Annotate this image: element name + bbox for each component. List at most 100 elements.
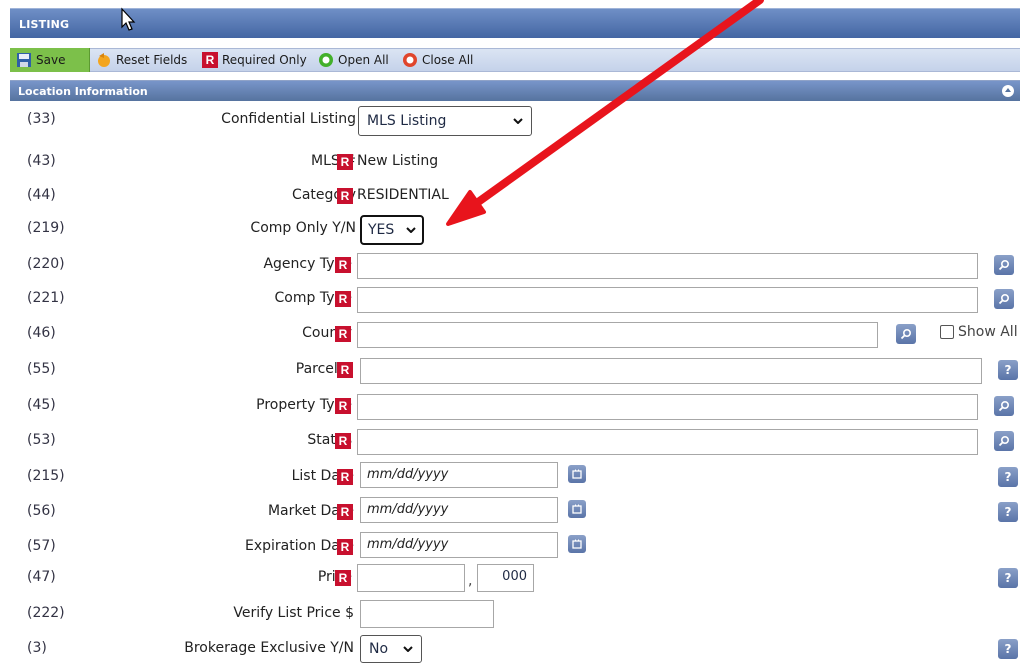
location-information-header[interactable]: Location Information	[10, 81, 1020, 101]
close-all-label: Close All	[422, 53, 474, 67]
open-all-icon	[318, 52, 334, 68]
open-all-label: Open All	[338, 53, 389, 67]
field-label: Verify List Price $	[233, 605, 354, 621]
row-status: (53) Status R	[10, 423, 1020, 459]
lookup-search-icon[interactable]	[994, 289, 1014, 309]
market-date-input[interactable]: mm/dd/yyyy	[360, 497, 558, 523]
field-number: (53)	[27, 432, 56, 448]
required-badge: R	[337, 539, 353, 555]
close-all-icon	[402, 52, 418, 68]
parcel-number-input[interactable]	[360, 358, 982, 384]
row-comp-only: (219) Comp Only Y/N YES	[10, 211, 1020, 247]
lookup-search-icon[interactable]	[994, 255, 1014, 275]
field-label: Confidential Listing	[221, 111, 356, 127]
help-icon[interactable]: ?	[998, 639, 1018, 659]
agency-type-input[interactable]	[357, 253, 978, 279]
required-icon: R	[202, 52, 218, 68]
property-type-input[interactable]	[357, 394, 978, 420]
row-verify-list-price: (222) Verify List Price $	[10, 596, 1020, 632]
help-icon[interactable]: ?	[998, 467, 1018, 487]
select-value: No	[369, 641, 389, 657]
chevron-down-icon	[513, 118, 523, 124]
field-number: (46)	[27, 325, 56, 341]
county-input[interactable]	[357, 322, 878, 348]
list-date-input[interactable]: mm/dd/yyyy	[360, 462, 558, 488]
save-label: Save	[36, 53, 66, 67]
select-value: MLS Listing	[367, 113, 447, 129]
field-number: (220)	[27, 256, 65, 272]
required-badge: R	[335, 291, 351, 307]
field-number: (47)	[27, 569, 56, 585]
reset-fields-button[interactable]: Reset Fields	[96, 48, 187, 72]
show-all-checkbox[interactable]	[940, 325, 954, 339]
comp-only-select[interactable]: YES	[360, 215, 424, 245]
close-all-button[interactable]: Close All	[402, 48, 473, 72]
chevron-down-icon	[403, 646, 413, 652]
open-all-button[interactable]: Open All	[318, 48, 389, 72]
field-number: (221)	[27, 290, 65, 306]
required-badge: R	[335, 570, 351, 586]
required-badge: R	[335, 433, 351, 449]
reset-icon	[96, 52, 112, 68]
price-comma: ,	[468, 573, 473, 589]
status-input[interactable]	[357, 429, 978, 455]
window-title: LISTING	[19, 18, 70, 31]
comp-type-input[interactable]	[357, 287, 978, 313]
row-comp-type: (221) Comp Type R	[10, 281, 1020, 317]
field-number: (44)	[27, 187, 56, 203]
verify-list-price-input[interactable]	[360, 600, 494, 628]
row-category: (44) Category R RESIDENTIAL	[10, 178, 1020, 214]
row-market-date: (56) Market Date R mm/dd/yyyy ?	[10, 494, 1020, 530]
calendar-icon[interactable]	[568, 465, 586, 483]
price-dollars-input[interactable]	[357, 564, 465, 592]
field-number: (55)	[27, 361, 56, 377]
calendar-icon[interactable]	[568, 500, 586, 518]
field-number: (43)	[27, 153, 56, 169]
calendar-icon[interactable]	[568, 535, 586, 553]
row-brokerage-exclusive: (3) Brokerage Exclusive Y/N No ?	[10, 631, 1020, 667]
required-badge: R	[335, 326, 351, 342]
floppy-disk-icon	[16, 52, 32, 68]
field-number: (219)	[27, 220, 65, 236]
required-badge: R	[335, 257, 351, 273]
expiration-date-input[interactable]: mm/dd/yyyy	[360, 532, 558, 558]
section-title: Location Information	[18, 85, 148, 98]
row-mls-number: (43) MLS # R New Listing	[10, 144, 1020, 180]
required-badge: R	[337, 188, 353, 204]
field-number: (57)	[27, 538, 56, 554]
confidential-listing-select[interactable]: MLS Listing	[358, 106, 532, 136]
mls-number-value: New Listing	[357, 153, 439, 169]
required-only-button[interactable]: R Required Only	[202, 48, 307, 72]
field-label: Brokerage Exclusive Y/N	[184, 640, 354, 656]
row-parcel-number: (55) Parcel # R ?	[10, 352, 1020, 388]
listing-form-window: LISTING Save Reset Fields R Required Onl…	[10, 8, 1020, 663]
required-badge: R	[337, 362, 353, 378]
chevron-down-icon	[406, 227, 416, 233]
lookup-search-icon[interactable]	[994, 396, 1014, 416]
help-icon[interactable]: ?	[998, 360, 1018, 380]
required-badge: R	[337, 504, 353, 520]
save-button[interactable]: Save	[10, 48, 90, 72]
field-number: (33)	[27, 111, 56, 127]
help-icon[interactable]: ?	[998, 568, 1018, 588]
field-label: Comp Only Y/N	[250, 220, 356, 236]
lookup-search-icon[interactable]	[994, 431, 1014, 451]
window-titlebar: LISTING	[10, 8, 1020, 38]
required-badge: R	[335, 398, 351, 414]
row-property-type: (45) Property Type R	[10, 388, 1020, 424]
required-badge: R	[337, 154, 353, 170]
field-number: (3)	[27, 640, 47, 656]
brokerage-exclusive-select[interactable]: No	[360, 635, 422, 663]
field-number: (45)	[27, 397, 56, 413]
required-only-label: Required Only	[222, 53, 307, 67]
price-cents-input[interactable]: 000	[477, 564, 534, 592]
toolbar: Save Reset Fields R Required Only Open A…	[10, 38, 1020, 81]
lookup-search-icon[interactable]	[896, 324, 916, 344]
row-confidential-listing: (33) Confidential Listing MLS Listing	[10, 102, 1020, 138]
field-number: (222)	[27, 605, 65, 621]
collapse-icon[interactable]	[1002, 85, 1014, 97]
field-number: (215)	[27, 468, 65, 484]
row-list-date: (215) List Date R mm/dd/yyyy ?	[10, 459, 1020, 495]
select-value: YES	[368, 222, 395, 238]
help-icon[interactable]: ?	[998, 502, 1018, 522]
